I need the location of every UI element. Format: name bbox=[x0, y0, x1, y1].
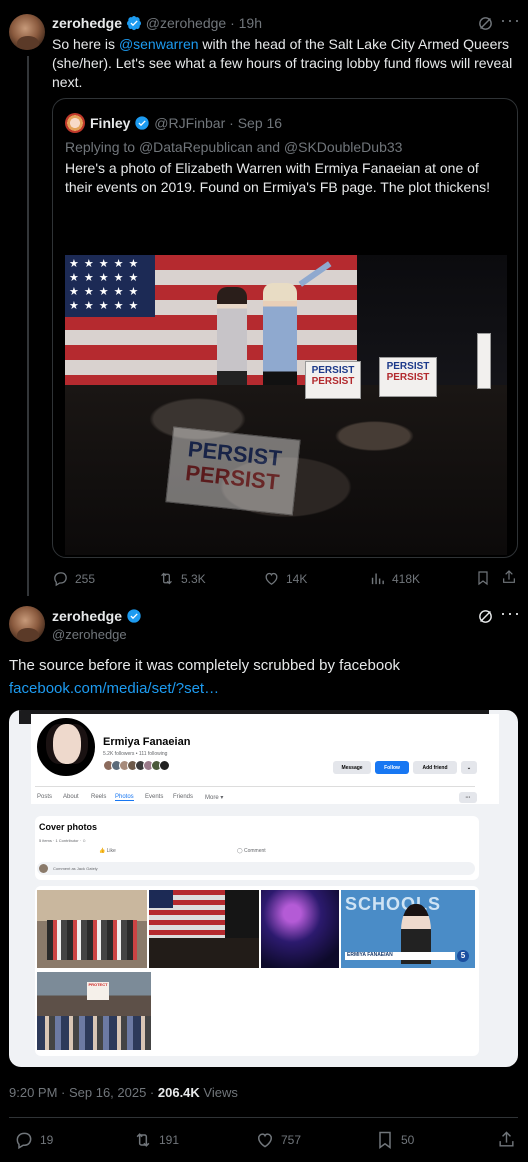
share-icon[interactable] bbox=[497, 1130, 516, 1149]
fb-follow-button[interactable]: Follow bbox=[375, 761, 409, 774]
fb-album-title: Cover photos bbox=[39, 822, 98, 832]
timestamp[interactable]: 19h bbox=[239, 15, 262, 31]
reply-icon bbox=[54, 572, 67, 587]
side-sign bbox=[477, 333, 491, 389]
thread-line bbox=[27, 56, 29, 596]
post-timestamp: 9:20 PM · Sep 16, 2025 · 206.4K Views bbox=[9, 1085, 238, 1100]
avatar[interactable] bbox=[9, 606, 45, 642]
bookmark-icon[interactable] bbox=[475, 570, 491, 586]
handle[interactable]: @zerohedge bbox=[52, 627, 127, 642]
fb-photo-thumb[interactable] bbox=[261, 890, 339, 968]
tweet-text: So here is @senwarren with the head of t… bbox=[52, 36, 513, 90]
fb-tabs-more-button[interactable]: ··· bbox=[459, 792, 477, 803]
fb-comment-button[interactable]: ◯ Comment bbox=[237, 848, 266, 854]
quoted-avatar[interactable] bbox=[65, 113, 85, 133]
views-count: 206.4K bbox=[157, 1085, 200, 1100]
share-icon[interactable] bbox=[501, 569, 517, 585]
fb-photo-thumb[interactable]: PROTECT bbox=[37, 972, 151, 1050]
persist-sign: PERSIST PERSIST bbox=[305, 361, 361, 399]
fb-album-meta: 5 items · 1 Contributor · ☺ bbox=[39, 838, 87, 843]
fb-profile-picture bbox=[35, 716, 97, 778]
facebook-screenshot[interactable]: Ermiya Fanaeian 5.2K followers • 111 fol… bbox=[9, 710, 518, 1067]
replying-to: Replying to @DataRepublican and @SKDoubl… bbox=[65, 139, 403, 155]
repost-icon bbox=[136, 1133, 150, 1147]
reply-button[interactable]: 19 bbox=[14, 1130, 53, 1150]
persist-sign: PERSIST PERSIST bbox=[379, 357, 437, 397]
handle[interactable]: @zerohedge bbox=[146, 15, 226, 31]
tweet-header: zerohedge @zerohedge · 19h bbox=[52, 15, 262, 31]
fb-photo-thumb[interactable] bbox=[37, 890, 147, 968]
heart-icon bbox=[265, 572, 278, 585]
quoted-display-name[interactable]: Finley bbox=[90, 115, 130, 131]
fb-comment-input[interactable]: Comment as Jack Gately bbox=[53, 866, 98, 871]
fb-add-friend-button[interactable]: Add friend bbox=[413, 761, 457, 774]
heart-icon bbox=[257, 1133, 273, 1148]
reply-icon bbox=[16, 1132, 32, 1150]
persist-sign: PERSIST PERSIST bbox=[165, 426, 301, 516]
like-button[interactable]: 14K bbox=[263, 570, 307, 587]
fb-tab-posts[interactable]: Posts bbox=[37, 794, 52, 800]
divider bbox=[9, 1117, 518, 1118]
views-icon bbox=[371, 573, 384, 585]
grok-icon[interactable] bbox=[477, 608, 494, 625]
display-name[interactable]: zerohedge bbox=[52, 608, 122, 624]
fb-tab-photos[interactable]: Photos bbox=[115, 794, 134, 801]
more-options-icon[interactable]: ··· bbox=[500, 10, 521, 31]
quoted-tweet[interactable]: Finley @RJFinbar · Sep 16 Replying to @D… bbox=[52, 98, 518, 558]
fb-photo-thumb[interactable] bbox=[149, 890, 259, 968]
avatar[interactable] bbox=[9, 14, 45, 50]
fb-tab-events[interactable]: Events bbox=[145, 794, 163, 800]
quoted-photo[interactable]: ★★★★★★★★★★★★★★★★★★★★ PERSIST PERSIST PERS… bbox=[65, 255, 507, 555]
quoted-date[interactable]: Sep 16 bbox=[238, 115, 282, 131]
bookmark-icon bbox=[379, 1131, 391, 1149]
grok-icon[interactable] bbox=[477, 15, 494, 32]
quoted-handle[interactable]: @RJFinbar bbox=[154, 115, 225, 131]
views-button[interactable]: 418K bbox=[369, 570, 420, 587]
reply-text: The source before it was completely scru… bbox=[9, 657, 401, 674]
fb-tab-more[interactable]: More ▾ bbox=[205, 794, 223, 801]
repost-icon bbox=[161, 572, 172, 585]
repost-button[interactable]: 5.3K bbox=[158, 570, 206, 587]
mention-link[interactable]: @senwarren bbox=[119, 36, 199, 52]
verified-badge-icon bbox=[126, 16, 141, 31]
fb-like-button[interactable]: 👍 Like bbox=[99, 848, 116, 854]
replying-link[interactable]: @DataRepublican bbox=[139, 139, 253, 155]
fb-message-button[interactable]: Message bbox=[333, 761, 371, 774]
facebook-link[interactable]: facebook.com/media/set/?set… bbox=[9, 680, 219, 697]
verified-badge-icon bbox=[135, 116, 150, 130]
reply-button[interactable]: 255 bbox=[52, 570, 95, 587]
fb-tab-friends[interactable]: Friends bbox=[173, 794, 193, 800]
fb-tab-about[interactable]: About bbox=[63, 794, 79, 800]
bookmark-button[interactable]: 50 bbox=[375, 1130, 414, 1150]
like-button[interactable]: 757 bbox=[255, 1130, 301, 1150]
verified-badge-icon bbox=[127, 609, 141, 623]
more-options-icon[interactable]: ··· bbox=[500, 603, 521, 624]
fb-followers: 5.2K followers • 111 following bbox=[103, 751, 168, 757]
display-name[interactable]: zerohedge bbox=[52, 15, 122, 31]
fb-more-button[interactable]: ⌄ bbox=[461, 761, 477, 774]
replying-link[interactable]: @SKDoubleDub33 bbox=[284, 139, 403, 155]
fb-tab-reels[interactable]: Reels bbox=[91, 794, 106, 800]
repost-button[interactable]: 191 bbox=[133, 1130, 179, 1150]
fb-profile-name: Ermiya Fanaeian bbox=[103, 736, 191, 748]
reply-header: zerohedge bbox=[52, 608, 142, 624]
quoted-text: Here's a photo of Elizabeth Warren with … bbox=[65, 160, 490, 195]
fb-photo-thumb[interactable]: SCHOOLS ERMIYA FANAEIAN 5 bbox=[341, 890, 475, 968]
